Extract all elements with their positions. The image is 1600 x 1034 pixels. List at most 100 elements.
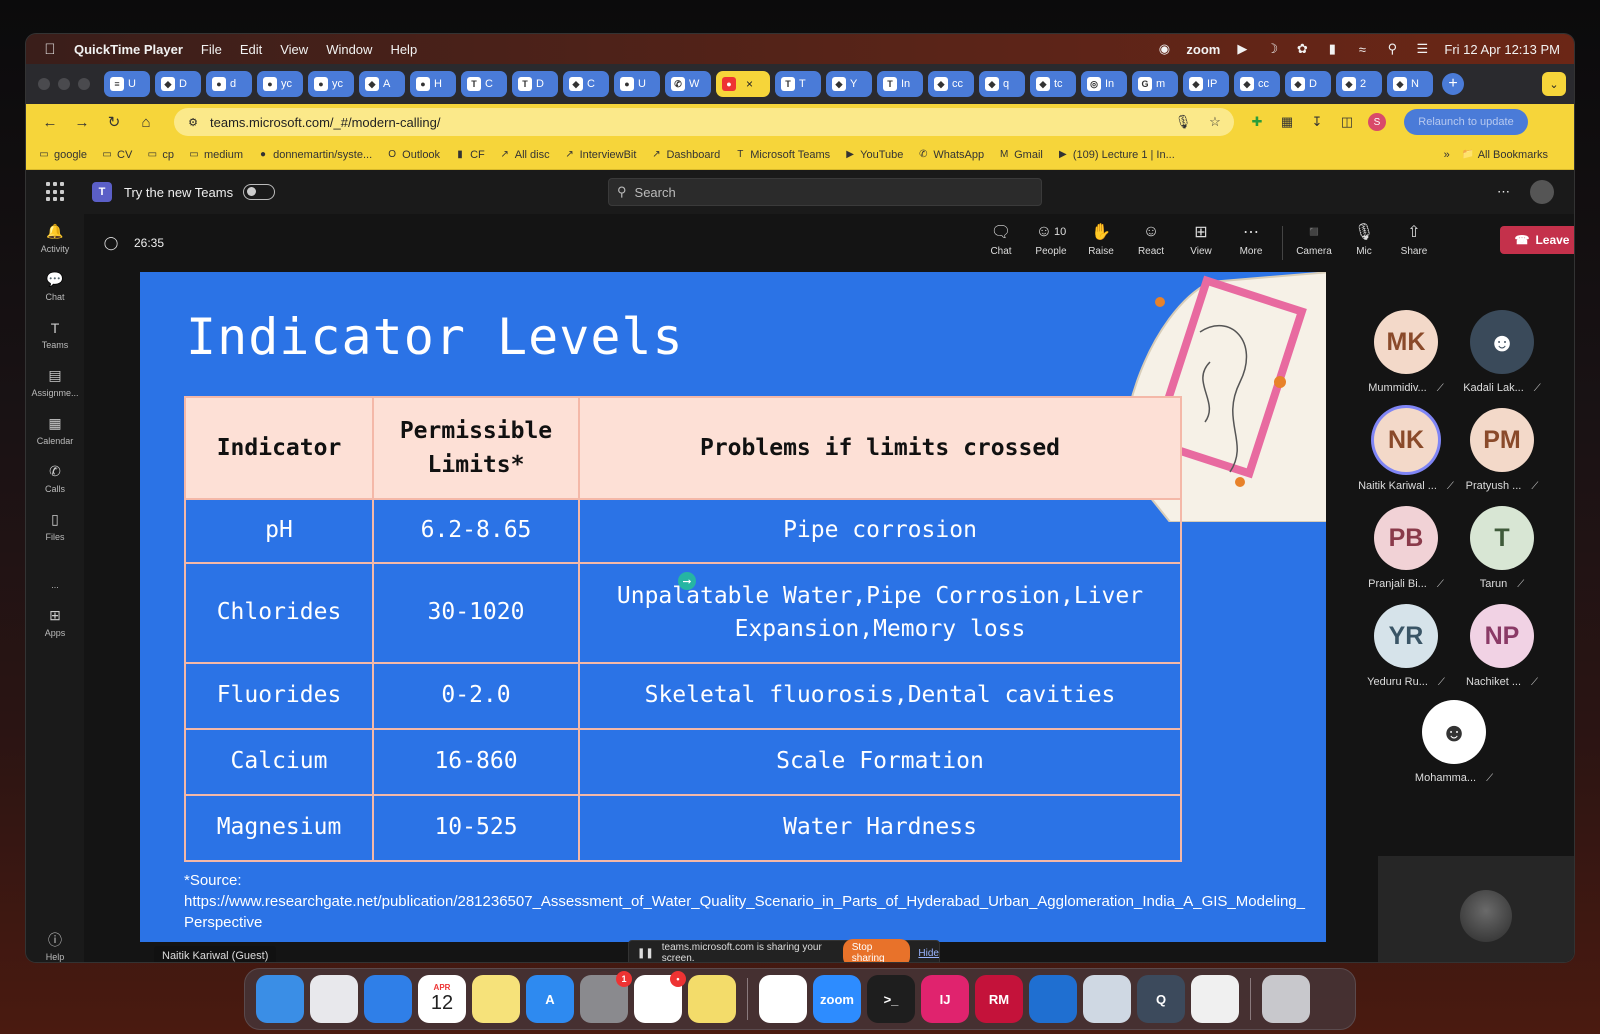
control-center-icon[interactable]: ☰ (1414, 41, 1430, 57)
rail-item-apps[interactable]: ⊞ Apps (26, 598, 84, 646)
rail-item-calendar[interactable]: ▦ Calendar (26, 406, 84, 454)
browser-tab[interactable]: ◆ cc (1234, 71, 1280, 97)
rail-item-assignme[interactable]: ▤ Assignme... (26, 358, 84, 406)
browser-tab[interactable]: ◆ tc (1030, 71, 1076, 97)
battery-icon[interactable]: ▮ (1324, 41, 1340, 57)
leave-button[interactable]: ☎ Leave (1500, 226, 1574, 254)
browser-tab[interactable]: TC (461, 71, 507, 97)
extension-icon[interactable]: ✚ (1248, 113, 1266, 131)
browser-tab[interactable]: ✆ W (665, 71, 711, 97)
rail-item-teams[interactable]: T Teams (26, 310, 84, 358)
close-tab-icon[interactable]: × (746, 77, 753, 91)
system-settings-icon[interactable]: 1 (580, 971, 632, 1023)
view-button[interactable]: ⊞ View (1176, 222, 1226, 260)
browser-tab[interactable]: ◎ In (1081, 71, 1127, 97)
sidepanel-icon[interactable]: ◫ (1338, 113, 1356, 131)
more-button[interactable]: ⋯ More (1226, 222, 1276, 260)
teams-search-input[interactable]: ⚲ Search (608, 178, 1042, 206)
participant-tile[interactable]: NP Nachiket ... ⟋ (1452, 604, 1552, 700)
browser-tab[interactable]: ● d (206, 71, 252, 97)
bookmark-item[interactable]: ▶ (109) Lecture 1 | In... (1057, 149, 1175, 161)
rail-item-activity[interactable]: 🔔 Activity (26, 214, 84, 262)
reload-icon[interactable]: ↻ (102, 110, 126, 134)
menu-help[interactable]: Help (390, 42, 417, 57)
more-options-icon[interactable]: ⋯ (1497, 184, 1510, 200)
bookmark-item[interactable]: ▭ medium (188, 149, 243, 161)
bookmark-item[interactable]: T Microsoft Teams (734, 149, 830, 161)
chat-button[interactable]: 🗨 Chat (976, 222, 1026, 260)
wifi-icon[interactable]: ≈ (1354, 41, 1370, 57)
address-bar[interactable]: ⚙ teams.microsoft.com/_#/modern-calling/… (174, 108, 1234, 136)
menu-app-name[interactable]: QuickTime Player (74, 42, 183, 57)
bookmark-item[interactable]: ● donnemartin/syste... (257, 149, 372, 161)
bookmark-item[interactable]: ▶ YouTube (844, 149, 903, 161)
zoom-status-label[interactable]: zoom (1186, 42, 1220, 57)
camera-button[interactable]: ◾ Camera (1289, 222, 1339, 260)
bookmark-item[interactable]: ↗ Dashboard (650, 149, 720, 161)
browser-tab[interactable]: ◆ Y (826, 71, 872, 97)
browser-tab[interactable]: ◆ IP (1183, 71, 1229, 97)
browser-tab[interactable]: ◆ cc (928, 71, 974, 97)
participant-tile[interactable]: MK Mummidiv... ⟋ (1356, 310, 1456, 406)
puzzle-icon[interactable]: ▦ (1278, 113, 1296, 131)
browser-tab[interactable]: ● H (410, 71, 456, 97)
app-store-icon[interactable]: A (526, 975, 574, 1023)
terminal-icon[interactable]: >_ (867, 975, 915, 1023)
rail-item-chat[interactable]: 💬 Chat (26, 262, 84, 310)
browser-tab[interactable]: ◆ A (359, 71, 405, 97)
minimize-window-button[interactable] (58, 78, 70, 90)
stop-sharing-button[interactable]: Stop sharing (842, 939, 911, 962)
chrome-icon[interactable] (759, 975, 807, 1023)
browser-tab[interactable]: TT (775, 71, 821, 97)
participant-tile[interactable]: YR Yeduru Ru... ⟋ (1356, 604, 1456, 700)
browser-tab[interactable]: ◆ 2 (1336, 71, 1382, 97)
quicktime-icon[interactable]: Q (1137, 975, 1185, 1023)
close-window-button[interactable] (38, 78, 50, 90)
participant-tile[interactable]: T Tarun ⟋ (1452, 506, 1552, 602)
bookmark-item[interactable]: ↗ InterviewBit (564, 149, 636, 161)
zoom-window-button[interactable] (78, 78, 90, 90)
bookmark-item[interactable]: M Gmail (998, 149, 1043, 161)
browser-tab[interactable]: ≡ U (104, 71, 150, 97)
url-text[interactable]: teams.microsoft.com/_#/modern-calling/ (210, 115, 440, 130)
source-url[interactable]: https://www.researchgate.net/publication… (184, 891, 1314, 933)
documents-icon[interactable] (1191, 975, 1239, 1023)
browser-tab[interactable]: Gm (1132, 71, 1178, 97)
zoom-icon[interactable]: zoom (813, 975, 861, 1023)
participant-tile[interactable]: PB Pranjali Bi... ⟋ (1356, 506, 1456, 602)
rail-item-more[interactable]: ... (26, 550, 84, 598)
back-icon[interactable]: ← (38, 110, 62, 134)
menubar-datetime[interactable]: Fri 12 Apr 12:13 PM (1444, 42, 1560, 57)
all-bookmarks-folder[interactable]: 📁 All Bookmarks (1461, 149, 1548, 161)
app-launcher-icon[interactable] (46, 182, 66, 202)
rail-item-help[interactable]: ⓘ Help (26, 922, 84, 962)
browser-tab[interactable]: ◆ D (155, 71, 201, 97)
safari-icon[interactable] (364, 975, 412, 1023)
rubymine-icon[interactable]: RM (975, 975, 1023, 1023)
participant-tile[interactable]: PM Pratyush ... ⟋ (1452, 408, 1552, 504)
finder-icon[interactable] (256, 975, 304, 1023)
menu-window[interactable]: Window (326, 42, 372, 57)
browser-tab[interactable]: ◆ q (979, 71, 1025, 97)
rail-item-calls[interactable]: ✆ Calls (26, 454, 84, 502)
profile-avatar[interactable]: S (1368, 113, 1386, 131)
menu-file[interactable]: File (201, 42, 222, 57)
browser-tab[interactable]: ● U (614, 71, 660, 97)
download-icon[interactable]: ↧ (1308, 113, 1326, 131)
relaunch-button[interactable]: Relaunch to update (1404, 109, 1528, 135)
preview-icon[interactable] (1083, 975, 1131, 1023)
bookmark-item[interactable]: ▮ CF (454, 149, 484, 161)
bookmark-item[interactable]: ▭ cp (146, 149, 174, 161)
notes-icon[interactable] (472, 975, 520, 1023)
bookmark-item[interactable]: O Outlook (386, 149, 440, 161)
menu-edit[interactable]: Edit (240, 42, 262, 57)
menu-view[interactable]: View (280, 42, 308, 57)
trash-icon[interactable] (1262, 975, 1310, 1023)
share-button[interactable]: ⇧ Share (1389, 222, 1439, 260)
vscode-icon[interactable] (1029, 975, 1077, 1023)
launchpad-icon[interactable] (310, 975, 358, 1023)
intellij-icon[interactable]: IJ (921, 975, 969, 1023)
bookmark-item[interactable]: ▭ CV (101, 149, 132, 161)
home-icon[interactable]: ⌂ (134, 110, 158, 134)
people-button[interactable]: ☺ 10 People (1026, 222, 1076, 260)
